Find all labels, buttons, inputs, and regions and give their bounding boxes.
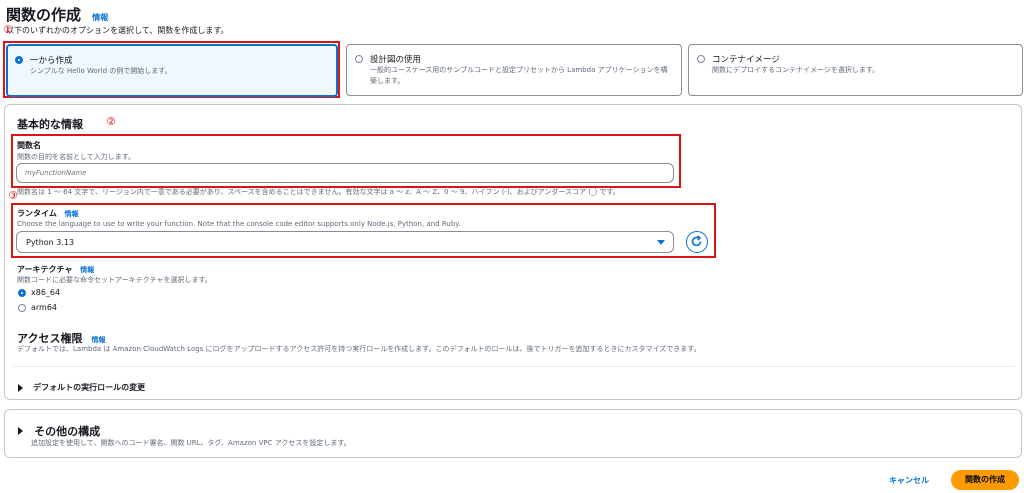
- option-container-image[interactable]: コンテナイメージ 関数にデプロイするコンテナイメージを選択します。: [688, 44, 1023, 96]
- caret-right-icon: [18, 383, 23, 392]
- runtime-select[interactable]: Python 3.13: [16, 231, 674, 253]
- function-name-desc: 関数の目的を名前として入力します。: [17, 153, 136, 161]
- option-author-from-scratch[interactable]: 一から作成 シンプルな Hello World の例で開始します。: [6, 44, 338, 97]
- radio-x86-64[interactable]: [18, 289, 26, 297]
- function-name-label: 関数名: [17, 141, 41, 150]
- runtime-desc: Choose the language to use to write your…: [17, 220, 461, 228]
- architecture-info-link[interactable]: 情報: [80, 266, 94, 274]
- other-config-toggle[interactable]: その他の構成: [18, 420, 100, 439]
- info-link[interactable]: 情報: [92, 13, 108, 22]
- caret-right-icon: [18, 426, 23, 435]
- runtime-info-link[interactable]: 情報: [65, 210, 79, 218]
- chevron-down-icon: [657, 240, 665, 245]
- refresh-icon[interactable]: [686, 231, 708, 253]
- basic-info-heading: 基本的な情報: [17, 118, 83, 131]
- page-subtitle: 以下のいずれかのオプションを選択して、関数を作成します。: [6, 26, 229, 35]
- other-config-panel[interactable]: [4, 409, 1022, 458]
- function-name-input[interactable]: [16, 163, 674, 183]
- radio-arm64[interactable]: [18, 304, 26, 312]
- default-role-toggle[interactable]: デフォルトの実行ロールの変更: [18, 377, 145, 396]
- x86-64-label: x86_64: [31, 288, 61, 297]
- radio-container-image[interactable]: [697, 55, 705, 63]
- other-config-desc: 追加設定を使用して、関数へのコード署名、関数 URL、タグ、Amazon VPC…: [31, 439, 351, 447]
- radio-use-blueprint[interactable]: [355, 55, 363, 63]
- architecture-desc: 関数コードに必要な命令セットアーキテクチャを選択します。: [17, 276, 212, 284]
- radio-author-from-scratch[interactable]: [15, 56, 23, 64]
- option-use-blueprint[interactable]: 設計図の使用 一般的ユースケース用のサンプルコードと設定プリセットから Lamb…: [346, 44, 682, 96]
- architecture-label: アーキテクチャ 情報: [17, 265, 95, 274]
- annotation-2: ②: [106, 115, 116, 128]
- annotation-3: ③: [8, 189, 18, 202]
- page-title: 関数の作成 情報: [6, 6, 109, 24]
- annotation-1: ①: [3, 23, 13, 36]
- permissions-desc: デフォルトでは、Lambda は Amazon CloudWatch Logs …: [17, 345, 701, 353]
- divider: [12, 366, 1015, 367]
- runtime-label: ランタイム 情報: [17, 209, 79, 218]
- runtime-selected-value: Python 3.13: [26, 238, 75, 247]
- permissions-info-link[interactable]: 情報: [92, 336, 106, 344]
- arm64-label: arm64: [31, 303, 58, 312]
- function-name-constraint: 関数名は 1 ～ 64 文字で、リージョン内で一意である必要があり、スペースを含…: [17, 188, 620, 196]
- cancel-button[interactable]: キャンセル: [889, 475, 929, 486]
- create-function-button[interactable]: 関数の作成: [951, 470, 1019, 490]
